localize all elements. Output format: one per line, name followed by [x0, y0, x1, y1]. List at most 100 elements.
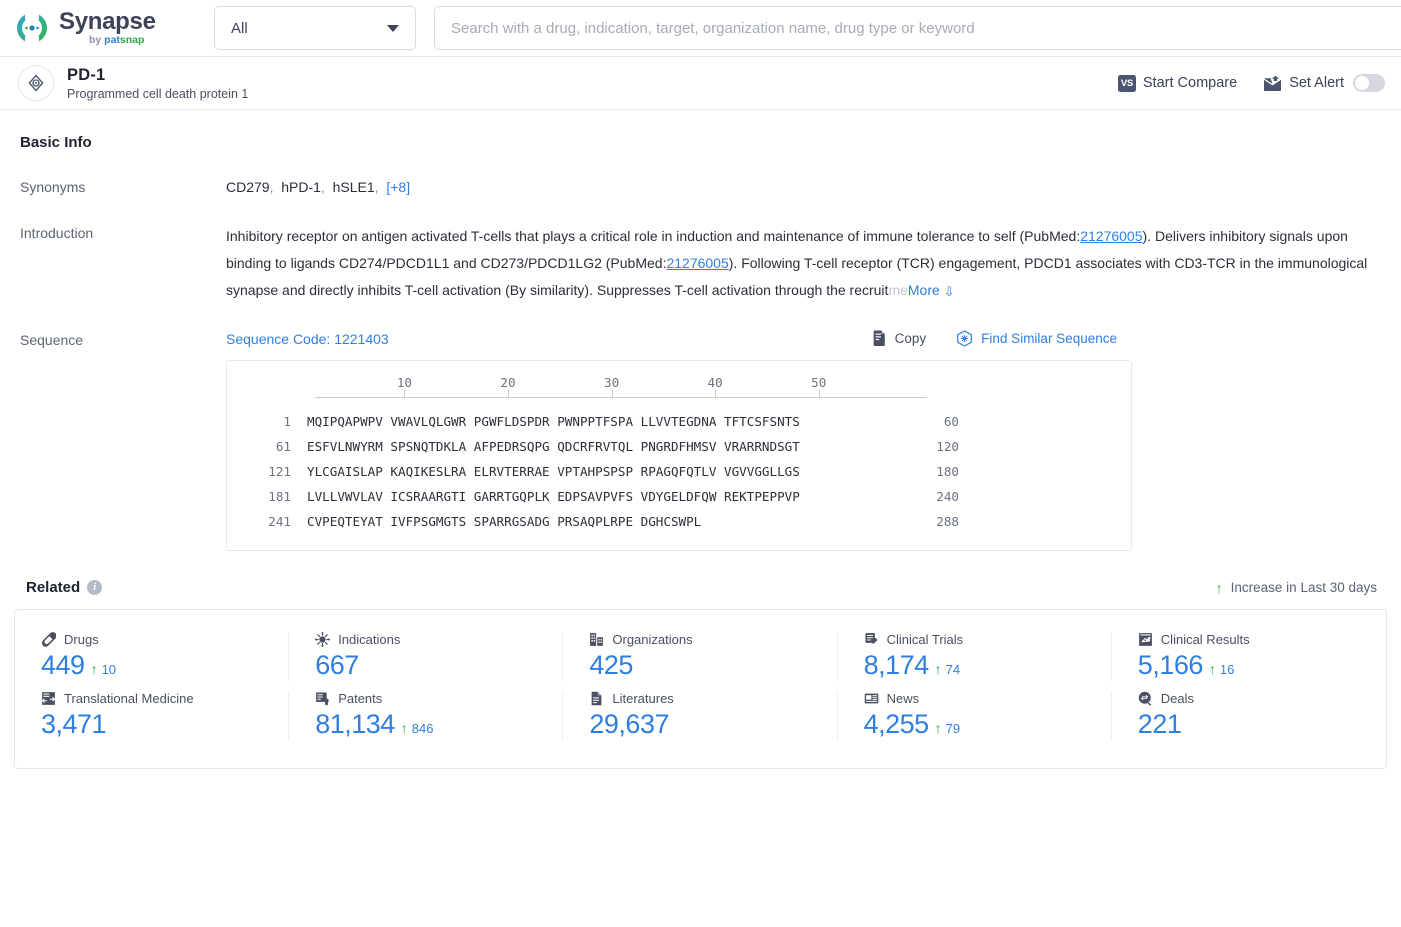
stat-value: 221 [1137, 709, 1182, 739]
sequence-end-index: 288 [936, 514, 959, 529]
search-input[interactable]: Search with a drug, indication, target, … [434, 6, 1401, 50]
stat-card-deals[interactable]: Deals 221 [1112, 691, 1386, 740]
stat-value-row: 29,637 [589, 709, 837, 740]
info-icon[interactable]: i [87, 580, 103, 595]
stat-label-row: Translational Medicine [41, 691, 289, 706]
sequence-code-link[interactable]: Sequence Code: 1221403 [226, 331, 389, 347]
stat-card-organizations[interactable]: Organizations 425 [563, 632, 838, 681]
basic-info-title: Basic Info [20, 134, 92, 151]
stat-value-row: 8,174 ↑ 74 [864, 650, 1112, 681]
stat-delta: ↑ 16 [1209, 661, 1234, 677]
organization-icon [589, 632, 604, 647]
intro-fade: me [888, 282, 908, 298]
stat-label-row: Drugs [41, 632, 289, 647]
set-alert-toggle[interactable] [1353, 74, 1385, 92]
copy-sequence-button[interactable]: Copy [871, 330, 927, 347]
stat-label-row: Organizations [589, 632, 837, 647]
stat-label: Drugs [64, 632, 99, 647]
start-compare-button[interactable]: VS Start Compare [1117, 74, 1238, 92]
stat-value: 667 [315, 650, 359, 680]
stat-delta-value: 16 [1219, 662, 1235, 677]
ruler-tick-mark [818, 390, 820, 397]
page-content: Basic Info Synonyms CD279, hPD-1, hSLE1,… [0, 134, 1401, 769]
find-similar-sequence-button[interactable]: Find Similar Sequence [956, 330, 1117, 347]
stat-label-row: News [864, 691, 1112, 706]
related-header: Related i ↑ Increase in Last 30 days [20, 579, 1387, 596]
sequence-row: Sequence Sequence Code: 1221403 Copy Fin… [14, 330, 1387, 551]
search-scope-select[interactable]: All [214, 6, 416, 50]
stat-value-row: 4,255 ↑ 79 [864, 709, 1112, 740]
stat-label-row: Clinical Results [1138, 632, 1386, 647]
stat-delta-value: 846 [411, 721, 434, 736]
translational-icon [41, 691, 56, 706]
arrow-up-icon: ↑ [934, 720, 942, 736]
sequence-ruler-line [315, 397, 927, 398]
introduction-more-button[interactable]: More ⇩ [908, 282, 955, 299]
synonyms-more-link[interactable]: [+8] [386, 179, 410, 195]
related-stats-grid: Drugs 449 ↑ 10 Indications 667 Organizations 42… [14, 609, 1387, 769]
clinical-result-icon [1138, 632, 1153, 647]
stat-delta: ↑ 10 [91, 661, 116, 677]
stat-card-literatures[interactable]: Literatures 29,637 [563, 691, 838, 740]
stat-delta: ↑ 79 [935, 720, 960, 736]
stat-card-news[interactable]: News 4,255 ↑ 79 [838, 691, 1112, 740]
page-title: PD-1 [67, 65, 106, 84]
synonyms-value: CD279, hPD-1, hSLE1, [+8] [226, 179, 411, 195]
stat-label-row: Patents [315, 691, 563, 706]
stat-card-translational-medicine[interactable]: Translational Medicine 3,471 [15, 691, 290, 740]
stat-card-indications[interactable]: Indications 667 [289, 632, 564, 681]
start-compare-label: Start Compare [1142, 75, 1238, 91]
news-icon [864, 691, 879, 706]
stat-value: 3,471 [41, 709, 107, 739]
stat-card-clinical-trials[interactable]: Clinical Trials 8,174 ↑ 74 [838, 632, 1112, 681]
arrow-up-icon: ↑ [1208, 661, 1216, 677]
vs-icon: VS [1117, 74, 1136, 92]
pill-icon [41, 632, 56, 647]
sequence-start-index: 181 [268, 489, 291, 504]
chevron-down-icon [387, 24, 399, 32]
sequence-line: 1 MQIPQAPWPV VWAVLQLGWR PGWFLDSPDR PWNPPT… [245, 409, 1113, 434]
stat-card-patents[interactable]: Patents 81,134 ↑ 846 [289, 691, 564, 740]
literature-icon [589, 691, 604, 706]
sequence-rows: 1 MQIPQAPWPV VWAVLQLGWR PGWFLDSPDR PWNPPT… [245, 409, 1113, 534]
entity-header: PD-1 Programmed cell death protein 1 VS … [0, 57, 1401, 110]
sequence-letters: YLCGAISLAP KAQIKESLRA ELRVTERRAE VPTAHPS… [307, 464, 800, 479]
stat-card-clinical-results[interactable]: Clinical Results 5,166 ↑ 16 [1112, 632, 1386, 681]
sequence-start-index: 61 [275, 439, 291, 454]
sequence-viewer: 10 20 30 40 50 1 MQIPQAPWPV VWAVLQLGWR PGWFLD… [226, 360, 1132, 551]
synonym-item: hPD-1 [281, 179, 321, 195]
pubmed-link-1[interactable]: 21276005 [1080, 228, 1142, 244]
arrow-up-icon: ↑ [934, 661, 942, 677]
stat-value-row: 425 [589, 650, 837, 681]
sequence-line: 121 YLCGAISLAP KAQIKESLRA ELRVTERRAE VPTA… [245, 459, 1113, 484]
stat-value: 449 [41, 650, 85, 680]
stat-label: Clinical Results [1160, 632, 1250, 647]
stat-value-row: 5,166 ↑ 16 [1138, 650, 1386, 681]
stat-label: Translational Medicine [64, 691, 194, 706]
stat-label-row: Clinical Trials [864, 632, 1112, 647]
stat-card-drugs[interactable]: Drugs 449 ↑ 10 [15, 632, 290, 681]
ruler-tick-label: 50 [811, 375, 827, 390]
sequence-line: 61 ESFVLNWYRM SPSNQTDKLA AFPEDRSQPG QDCRF… [245, 434, 1113, 459]
ruler-tick-label: 20 [500, 375, 516, 390]
stat-label-row: Indications [315, 632, 563, 647]
copy-label: Copy [894, 331, 927, 346]
stat-delta-value: 79 [945, 721, 961, 736]
entity-subtitle: Programmed cell death protein 1 [67, 86, 249, 101]
sequence-end-index: 60 [943, 414, 959, 429]
stat-value: 5,166 [1137, 650, 1204, 680]
ruler-tick-label: 40 [707, 375, 723, 390]
stat-label: Clinical Trials [886, 632, 964, 647]
sequence-label: Sequence [20, 332, 84, 348]
search-scope-value: All [231, 19, 248, 37]
stat-label-row: Literatures [589, 691, 837, 706]
header-actions: VS Start Compare Set Alert [1117, 74, 1385, 92]
set-alert-button[interactable]: Set Alert [1263, 74, 1385, 92]
brand-logo[interactable]: Synapse by patsnap [14, 10, 194, 46]
find-similar-label: Find Similar Sequence [981, 331, 1117, 346]
virus-icon [315, 632, 331, 647]
introduction-row: Introduction Inhibitory receptor on anti… [14, 223, 1387, 304]
stat-value: 4,255 [863, 709, 930, 739]
sequence-letters: LVLLVWVLAV ICSRAARGTI GARRTGQPLK EDPSAVP… [307, 489, 800, 504]
pubmed-link-2[interactable]: 21276005 [666, 255, 728, 271]
